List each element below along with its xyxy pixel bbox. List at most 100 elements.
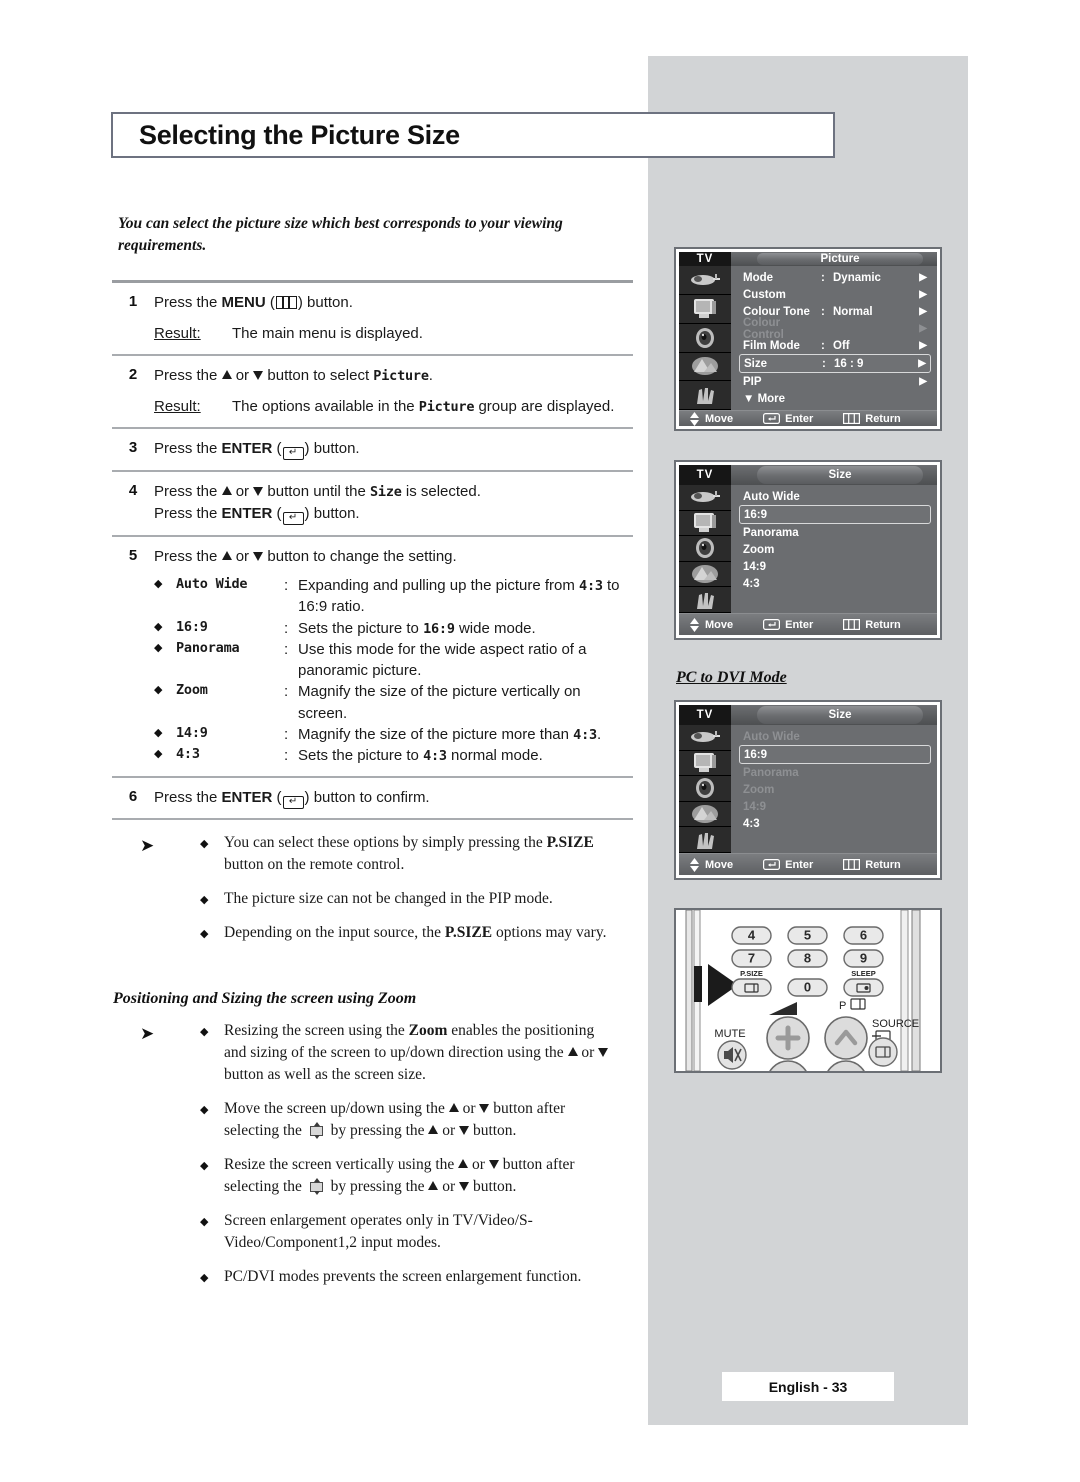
picture-icon[interactable] bbox=[679, 801, 731, 828]
hand-icon[interactable] bbox=[679, 587, 731, 613]
note-item: ◆ Resizing the screen using the Zoom ena… bbox=[200, 1020, 610, 1086]
speaker-icon[interactable] bbox=[679, 323, 731, 353]
diamond-bullet-icon: ◆ bbox=[200, 927, 209, 940]
osd-footer-move: Move bbox=[689, 857, 734, 872]
osd-footer-enter: Enter bbox=[763, 859, 813, 871]
row-label: PIP bbox=[743, 375, 762, 388]
osd-row-auto-wide[interactable]: Auto Wide bbox=[739, 488, 931, 505]
osd-footer: Move Enter Return bbox=[679, 410, 937, 426]
remote-icon[interactable] bbox=[679, 725, 731, 751]
size-option-item: ◆ Zoom : Magnify the size of the picture… bbox=[154, 681, 633, 724]
picture-icon[interactable] bbox=[679, 352, 731, 382]
row-label: Zoom bbox=[743, 783, 775, 796]
step-text: Press the bbox=[154, 505, 222, 522]
osd-row-4-3[interactable]: 4:3 bbox=[739, 815, 931, 832]
svg-text:P.SIZE: P.SIZE bbox=[740, 969, 763, 978]
note-text: Screen enlargement operates only in TV/V… bbox=[224, 1212, 533, 1251]
picture-icon[interactable] bbox=[679, 561, 731, 588]
chevron-right-icon: ▶ bbox=[919, 323, 927, 335]
page-footer: English - 33 bbox=[722, 1372, 894, 1401]
enter-icon: ↵ bbox=[282, 795, 304, 809]
osd-row-mode[interactable]: Mode: Dynamic ▶ bbox=[739, 269, 931, 286]
page-title-box: Selecting the Picture Size bbox=[111, 112, 835, 158]
note-text-b: or bbox=[468, 1156, 489, 1173]
desc-a: Sets the picture to bbox=[298, 619, 424, 637]
tv-icon[interactable] bbox=[679, 294, 731, 324]
row-colon: : bbox=[821, 305, 825, 318]
osd-row-more[interactable]: ▼ More bbox=[739, 390, 931, 407]
step-text: . bbox=[428, 367, 433, 384]
desc-mono: 16:9 bbox=[423, 620, 455, 637]
chevron-right-icon: ▶ bbox=[919, 376, 927, 388]
row-label: Zoom bbox=[743, 543, 775, 556]
zoom-keyword: Zoom bbox=[408, 1022, 448, 1039]
osd-row-4-3[interactable]: 4:3 bbox=[739, 575, 931, 592]
note-text-a: The picture size can not be changed in t… bbox=[224, 890, 553, 907]
osd-size-menu: TV Size Auto Wide 16:9 Panorama Zoom 14:… bbox=[674, 460, 942, 640]
hand-icon[interactable] bbox=[679, 381, 731, 411]
osd-footer-return: Return bbox=[843, 859, 901, 871]
step-body: Press the or button to change the settin… bbox=[154, 546, 633, 767]
diamond-bullet-icon: ◆ bbox=[200, 1159, 209, 1172]
svg-text:P: P bbox=[839, 1000, 846, 1012]
note-arrow-icon: ➤ bbox=[140, 836, 155, 856]
osd-row-pip[interactable]: PIP ▶ bbox=[739, 373, 931, 390]
step-body: Press the ENTER (↵) button to confirm. bbox=[154, 787, 633, 810]
diamond-bullet-icon: ◆ bbox=[154, 684, 163, 697]
osd-footer-move: Move bbox=[689, 617, 733, 632]
desc-b: . bbox=[596, 726, 602, 744]
note-text-e: or bbox=[438, 1178, 460, 1195]
osd-row-custom[interactable]: Custom ▶ bbox=[739, 286, 931, 303]
osd-row-16-9[interactable]: 16:9 bbox=[739, 745, 931, 764]
step-number: 3 bbox=[128, 439, 138, 456]
hand-icon[interactable] bbox=[679, 827, 731, 853]
remote-icon[interactable] bbox=[679, 266, 731, 295]
picture-keyword: Picture bbox=[418, 398, 475, 415]
step-text: ( bbox=[272, 440, 282, 457]
row-label: Panorama bbox=[743, 766, 799, 779]
footer-enter-label: Enter bbox=[785, 412, 814, 425]
step-body: Press the MENU () button. Result: The ma… bbox=[154, 292, 633, 345]
osd-row-panorama[interactable]: Panorama bbox=[739, 524, 931, 541]
size-option-name: Auto Wide bbox=[176, 576, 248, 592]
pc-to-dvi-heading: PC to DVI Mode bbox=[676, 669, 787, 686]
step-row: 5 Press the or button to change the sett… bbox=[112, 537, 633, 776]
step-text: Press the bbox=[154, 294, 222, 311]
note-item: ◆ Resize the screen vertically using the… bbox=[200, 1154, 610, 1198]
osd-row-16-9[interactable]: 16:9 bbox=[739, 505, 931, 524]
arrow-down-icon bbox=[459, 1126, 470, 1135]
tv-icon[interactable] bbox=[679, 750, 731, 777]
osd-row-14-9[interactable]: 14:9 bbox=[739, 558, 931, 575]
osd-tv-label: TV bbox=[679, 252, 731, 267]
osd-tab-picture[interactable]: Picture bbox=[757, 253, 923, 266]
note-text: The picture size can not be changed in t… bbox=[224, 888, 610, 910]
note-text-a: Move the screen up/down using the bbox=[224, 1100, 449, 1117]
osd-tab-size[interactable]: Size bbox=[757, 466, 923, 484]
step-text: Press the bbox=[154, 547, 222, 565]
colon: : bbox=[284, 747, 289, 765]
desc-b: normal mode. bbox=[446, 747, 543, 765]
osd-tab-size[interactable]: Size bbox=[757, 706, 923, 724]
tv-icon[interactable] bbox=[679, 510, 731, 537]
osd-row-zoom[interactable]: Zoom bbox=[739, 541, 931, 558]
move-updown-icon bbox=[689, 617, 700, 632]
osd-row-film-mode[interactable]: Film Mode: Off ▶ bbox=[739, 337, 931, 354]
diamond-bullet-icon: ◆ bbox=[200, 1103, 209, 1116]
speaker-icon[interactable] bbox=[679, 536, 731, 562]
psize-keyword: P.SIZE bbox=[444, 924, 493, 941]
arrow-down-icon bbox=[459, 1182, 470, 1191]
remote-icon[interactable] bbox=[679, 485, 731, 511]
step-body: Press the or button to select Picture. R… bbox=[154, 365, 633, 418]
row-value: Normal bbox=[833, 305, 873, 318]
row-label: ▼ More bbox=[743, 392, 786, 405]
osd-row-colour-control: Colour Control ▶ bbox=[739, 317, 931, 341]
steps-list: 1 Press the MENU () button. Result: The … bbox=[112, 280, 633, 821]
footer-move-label: Move bbox=[705, 858, 734, 871]
osd-row-size[interactable]: Size:16 : 9 ▶ bbox=[739, 354, 931, 374]
note-item: ◆ The picture size can not be changed in… bbox=[200, 888, 610, 910]
size-option-desc: Sets the picture to 4:3 normal mode. bbox=[298, 745, 633, 766]
size-option-desc: Sets the picture to 16:9 wide mode. bbox=[298, 618, 633, 639]
speaker-icon[interactable] bbox=[679, 776, 731, 802]
result-text: The options available in the Picture gro… bbox=[232, 396, 633, 419]
step-text: or bbox=[231, 547, 254, 565]
